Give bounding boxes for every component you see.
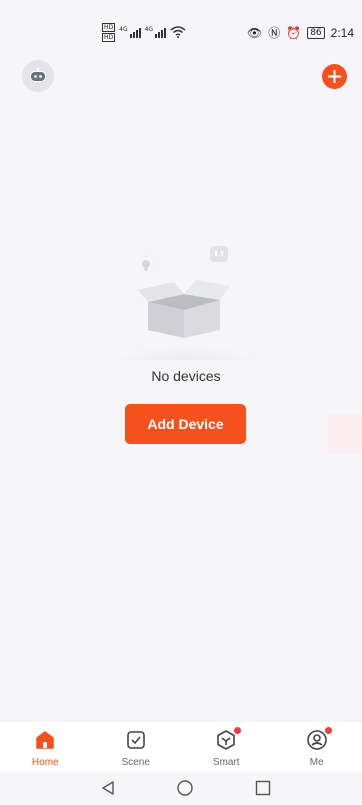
scene-checkbox-icon xyxy=(125,729,147,751)
clock: 2:14 xyxy=(330,25,354,40)
network-type-label: 4G xyxy=(144,26,154,33)
side-highlight xyxy=(328,414,362,454)
robot-avatar-icon[interactable] xyxy=(22,60,54,92)
user-icon xyxy=(306,727,332,751)
tab-scene[interactable]: Scene xyxy=(91,722,182,772)
add-button[interactable] xyxy=(322,64,347,89)
hd-icons: HD HD xyxy=(102,22,116,42)
battery-icon: 86 xyxy=(307,26,325,39)
hd-badge: HD xyxy=(102,22,116,32)
back-icon[interactable] xyxy=(100,780,116,796)
status-right: 👁 Ⓝ ⏰ 86 2:14 xyxy=(247,24,354,41)
signal-icon: 4G xyxy=(144,26,167,38)
smart-icon xyxy=(215,727,242,751)
nfc-icon: Ⓝ xyxy=(268,26,281,40)
robot-face-icon xyxy=(30,68,46,82)
notification-badge xyxy=(234,727,242,734)
system-nav-bar xyxy=(0,772,362,805)
plug-icon xyxy=(210,246,228,262)
signal-icon: 4G xyxy=(119,26,141,38)
tab-smart[interactable]: Smart xyxy=(181,722,272,772)
box-icon xyxy=(138,280,230,338)
plus-icon xyxy=(328,70,341,83)
tab-me[interactable]: Me xyxy=(272,722,362,772)
home-icon xyxy=(34,729,56,751)
empty-message: No devices xyxy=(151,368,221,384)
status-left: HD HD 4G 4G xyxy=(102,22,186,42)
eye-icon: 👁 xyxy=(246,25,263,40)
wifi-icon xyxy=(170,26,186,38)
hd-badge: HD xyxy=(102,32,116,42)
tab-home[interactable]: Home xyxy=(0,722,91,772)
tab-label: Smart xyxy=(212,757,240,768)
alarm-icon: ⏰ xyxy=(286,25,302,40)
empty-box-illustration xyxy=(110,246,262,360)
tab-label: Me xyxy=(309,757,324,768)
bottom-tab-bar: Home Scene Smart Me xyxy=(0,722,362,772)
status-bar: HD HD 4G 4G 👁 Ⓝ ⏰ 86 2:14 xyxy=(0,0,362,60)
home-circle-icon[interactable] xyxy=(177,780,193,796)
tab-label: Home xyxy=(31,757,59,768)
bulb-icon xyxy=(137,255,155,271)
add-device-button[interactable]: Add Device xyxy=(125,404,246,444)
network-type-label: 4G xyxy=(119,26,128,33)
notification-badge xyxy=(324,727,332,734)
recents-icon[interactable] xyxy=(255,780,271,796)
tab-label: Scene xyxy=(121,757,150,768)
